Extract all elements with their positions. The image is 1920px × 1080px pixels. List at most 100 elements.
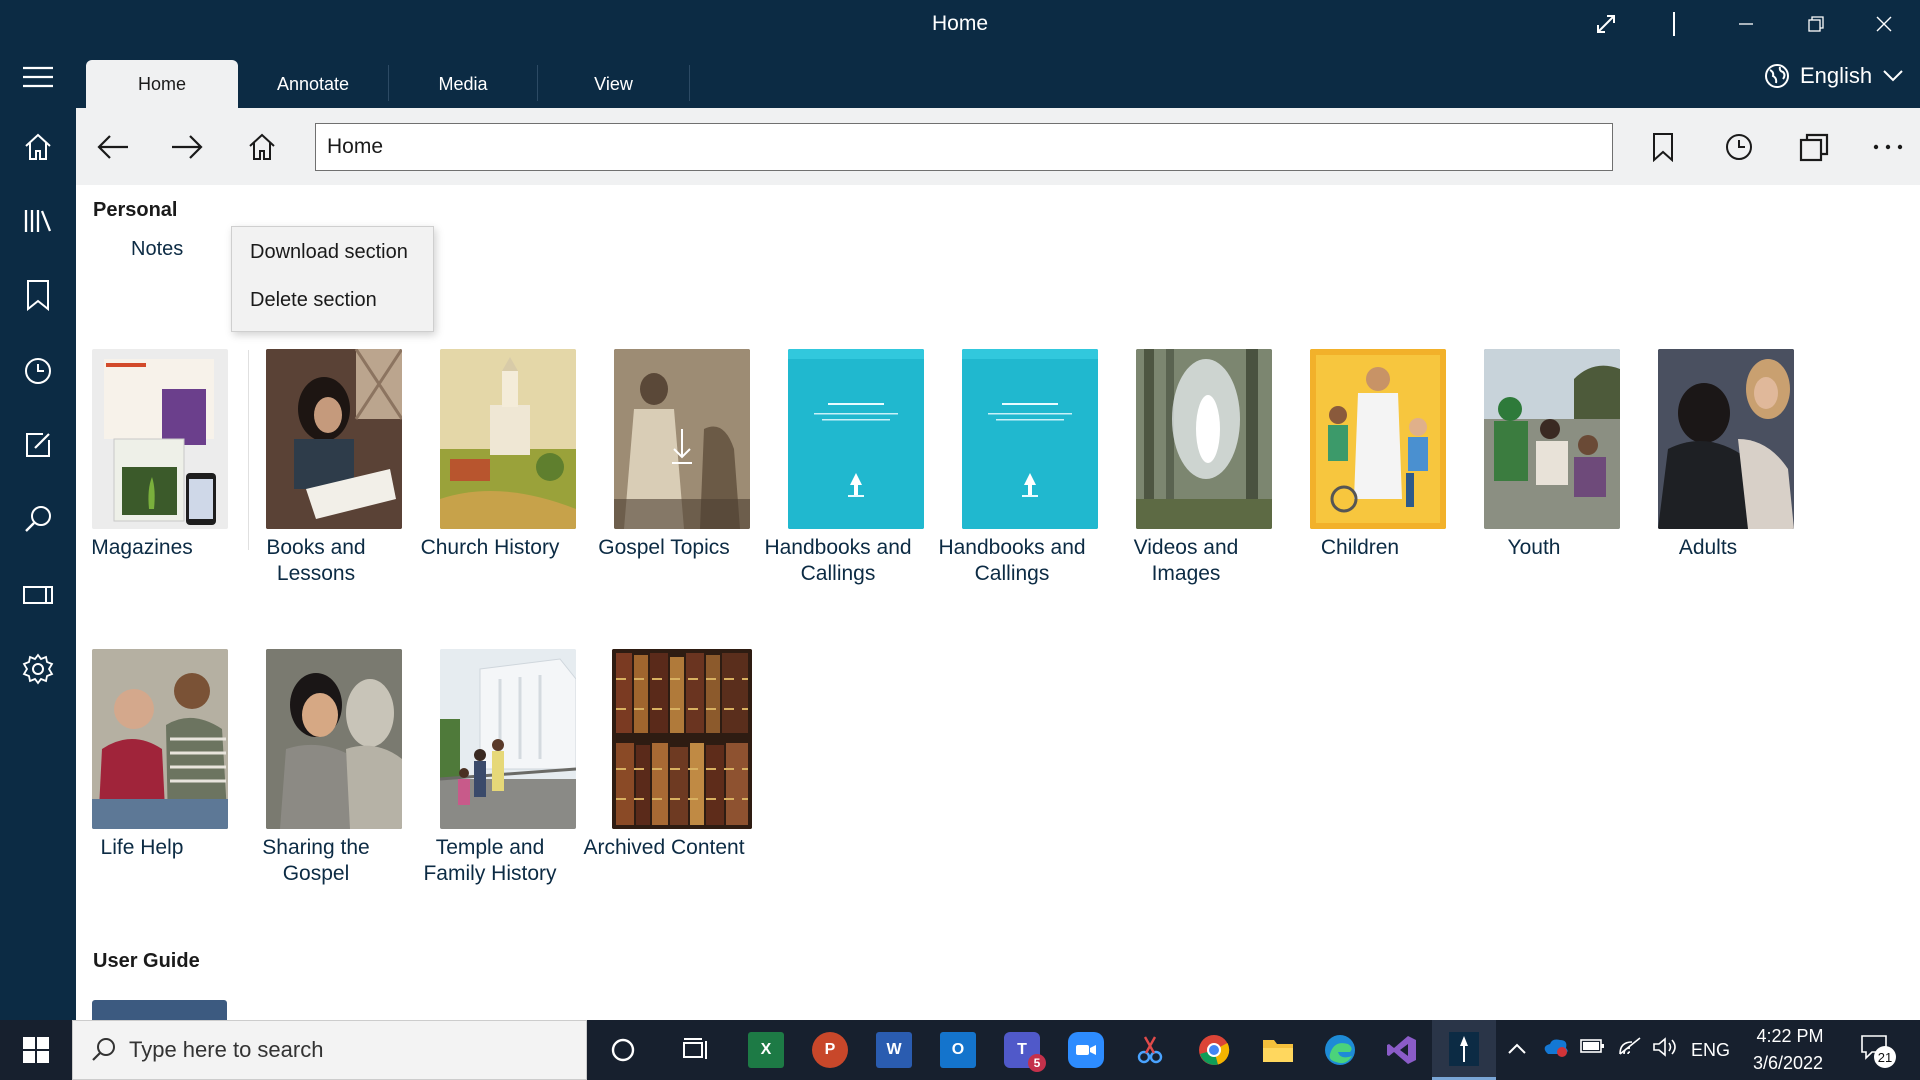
onedrive-error-icon[interactable] bbox=[1542, 1036, 1570, 1063]
more-options-icon[interactable] bbox=[1863, 122, 1913, 172]
life-help-thumbnail bbox=[92, 649, 228, 829]
input-language-indicator[interactable]: ENG bbox=[1691, 1040, 1730, 1061]
visual-studio-icon[interactable] bbox=[1384, 1032, 1420, 1068]
menu-item-download-section[interactable]: Download section bbox=[250, 241, 408, 264]
notes-edit-icon[interactable] bbox=[14, 421, 62, 469]
settings-gear-icon[interactable] bbox=[14, 645, 62, 693]
gospel-topics-thumbnail bbox=[614, 349, 750, 529]
church-history-thumbnail bbox=[440, 349, 576, 529]
word-icon[interactable]: W bbox=[876, 1032, 912, 1068]
language-label: English bbox=[1800, 63, 1873, 88]
outlook-icon[interactable]: O bbox=[940, 1032, 976, 1068]
tray-overflow-chevron-icon[interactable] bbox=[1508, 1038, 1526, 1059]
tile-label: Magazines bbox=[91, 536, 193, 559]
adults-thumbnail bbox=[1658, 349, 1794, 529]
globe-icon bbox=[1765, 64, 1789, 88]
youth-thumbnail bbox=[1484, 349, 1620, 529]
context-menu: Download section Delete section bbox=[231, 226, 434, 332]
tile-label: Handbooks and Callings bbox=[764, 536, 912, 585]
windows-copy-icon[interactable] bbox=[1789, 122, 1839, 172]
tile-label: Gospel Topics bbox=[598, 536, 730, 559]
clock-time[interactable]: 4:22 PM bbox=[1748, 1026, 1832, 1047]
menu-item-delete-section[interactable]: Delete section bbox=[250, 289, 377, 312]
tile-label: Children bbox=[1320, 536, 1400, 559]
tab-view[interactable]: View bbox=[538, 60, 689, 108]
navigation-bar bbox=[76, 108, 1920, 185]
videos-thumbnail bbox=[1136, 349, 1272, 529]
tab-media[interactable]: Media bbox=[389, 60, 537, 108]
volume-icon[interactable] bbox=[1652, 1036, 1678, 1063]
section-personal-title: Personal bbox=[93, 199, 178, 221]
handbook-cover-thumbnail bbox=[962, 349, 1098, 529]
title-separator bbox=[1673, 12, 1675, 36]
tile-label: Temple and Family History bbox=[423, 836, 557, 885]
bookmark-icon[interactable] bbox=[14, 271, 62, 319]
wifi-icon[interactable] bbox=[1618, 1036, 1642, 1061]
title-bar: Home bbox=[0, 0, 1920, 49]
tile-label: Church History bbox=[420, 536, 560, 559]
forward-arrow-icon[interactable] bbox=[162, 122, 212, 172]
hamburger-menu-icon[interactable] bbox=[14, 53, 62, 101]
address-field[interactable] bbox=[315, 123, 1613, 171]
tile-label: Sharing the Gospel bbox=[262, 836, 370, 885]
zoom-icon[interactable] bbox=[1068, 1032, 1104, 1068]
search-placeholder: Type here to search bbox=[129, 1037, 324, 1062]
language-selector[interactable]: English bbox=[1764, 63, 1904, 89]
close-button[interactable] bbox=[1866, 8, 1902, 40]
tile-label: Books and Lessons bbox=[266, 536, 366, 585]
notes-link[interactable]: Notes bbox=[131, 238, 183, 261]
sharing-gospel-thumbnail bbox=[266, 649, 402, 829]
tile-label: Adults bbox=[1678, 536, 1738, 559]
expand-icon[interactable] bbox=[1588, 8, 1624, 40]
section-user-guide-title: User Guide bbox=[93, 950, 200, 972]
tile-label: Videos and Images bbox=[1133, 536, 1239, 585]
tab-annotate[interactable]: Annotate bbox=[238, 60, 388, 108]
windows-taskbar: Type here to search X P W O T 5 ENG 4:22… bbox=[0, 1020, 1920, 1080]
tile-label: Archived Content bbox=[583, 836, 745, 859]
library-icon[interactable] bbox=[14, 197, 62, 245]
restore-button[interactable] bbox=[1798, 8, 1834, 40]
powerpoint-icon[interactable]: P bbox=[812, 1032, 848, 1068]
search-icon bbox=[92, 1038, 115, 1061]
tab-home[interactable]: Home bbox=[86, 60, 238, 108]
home-icon[interactable] bbox=[14, 123, 62, 171]
chrome-icon[interactable] bbox=[1196, 1032, 1232, 1068]
back-arrow-icon[interactable] bbox=[88, 122, 138, 172]
tab-row: Home Annotate Media View English bbox=[76, 49, 1920, 108]
file-explorer-icon[interactable] bbox=[1260, 1032, 1296, 1068]
books-thumbnail bbox=[266, 349, 402, 529]
archived-content-thumbnail bbox=[612, 649, 752, 829]
children-thumbnail bbox=[1310, 349, 1446, 529]
teams-badge: 5 bbox=[1028, 1054, 1046, 1072]
minimize-button[interactable] bbox=[1728, 8, 1764, 40]
taskbar-search-box[interactable]: Type here to search bbox=[72, 1020, 587, 1080]
user-guide-card[interactable] bbox=[92, 1000, 227, 1020]
tile-label: Life Help bbox=[100, 836, 184, 859]
temple-family-thumbnail bbox=[440, 649, 576, 829]
bookmark-add-icon[interactable] bbox=[1638, 122, 1688, 172]
window-title: Home bbox=[931, 12, 989, 35]
tile-divider bbox=[248, 350, 249, 550]
gospel-library-app-icon[interactable] bbox=[1432, 1020, 1496, 1080]
edge-icon[interactable] bbox=[1322, 1032, 1358, 1068]
battery-icon[interactable] bbox=[1580, 1038, 1606, 1059]
windows-start-icon[interactable] bbox=[18, 1032, 54, 1068]
reading-mode-icon[interactable] bbox=[14, 571, 62, 619]
notification-count-badge: 21 bbox=[1874, 1046, 1896, 1068]
magazines-thumbnail bbox=[92, 349, 228, 529]
notifications-icon[interactable]: 21 bbox=[1860, 1034, 1896, 1068]
history-icon[interactable] bbox=[14, 347, 62, 395]
chevron-down-icon bbox=[1883, 70, 1903, 82]
excel-icon[interactable]: X bbox=[748, 1032, 784, 1068]
snipping-tool-icon[interactable] bbox=[1132, 1032, 1168, 1068]
tile-label: Youth bbox=[1507, 536, 1561, 559]
recent-history-icon[interactable] bbox=[1714, 122, 1764, 172]
clock-date[interactable]: 3/6/2022 bbox=[1744, 1053, 1832, 1074]
teams-icon[interactable]: T 5 bbox=[1004, 1032, 1046, 1072]
handbook-cover-thumbnail bbox=[788, 349, 924, 529]
task-view-icon[interactable] bbox=[678, 1032, 714, 1068]
tab-divider bbox=[689, 65, 690, 101]
home-nav-icon[interactable] bbox=[237, 122, 287, 172]
tile-label: Handbooks and Callings bbox=[938, 536, 1086, 585]
cortana-icon[interactable] bbox=[605, 1032, 641, 1068]
